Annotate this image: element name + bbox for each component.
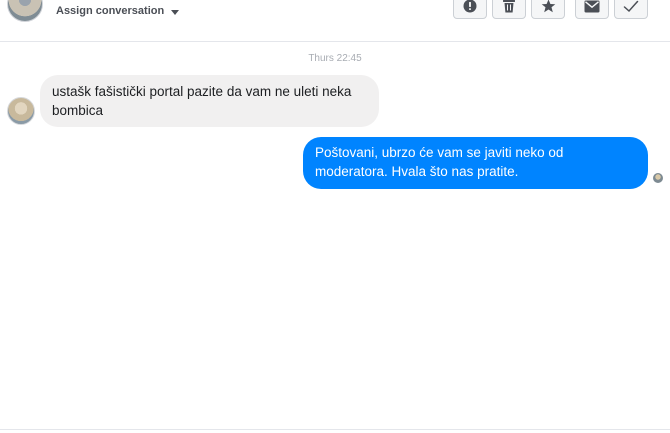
assign-conversation-label: Assign conversation [56,5,165,17]
sender-avatar [7,97,35,125]
conversation-header: Assign conversation [0,0,670,42]
seen-indicator-avatar [653,173,663,183]
contact-avatar[interactable] [7,0,43,22]
star-button[interactable] [531,0,565,19]
caret-down-icon [171,9,180,15]
incoming-message-bubble[interactable]: ustašk fašistički portal pazite da vam n… [40,75,379,127]
envelope-icon [584,0,600,13]
trash-icon [503,0,515,13]
outgoing-message-bubble[interactable]: Poštovani, ubrzo će vam se javiti neko o… [303,137,648,189]
composer-area[interactable] [0,429,670,433]
star-icon [541,0,555,13]
mark-done-button[interactable] [614,0,648,19]
checkmark-icon [623,0,639,13]
delete-button[interactable] [492,0,526,19]
message-timestamp: Thurs 22:45 [308,53,362,64]
mark-unread-button[interactable] [575,0,609,19]
conversation-view: Assign conversation Thurs 22:45 ustašk f… [0,0,670,433]
assign-conversation-dropdown[interactable]: Assign conversation [56,4,180,18]
exclamation-circle-icon [463,0,477,13]
report-button[interactable] [453,0,487,19]
